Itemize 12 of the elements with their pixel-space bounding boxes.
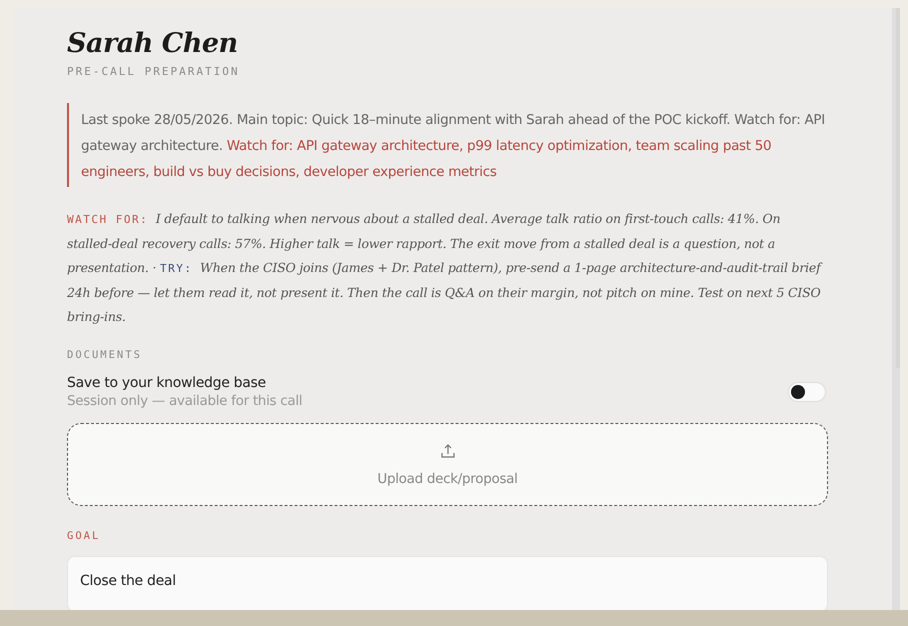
- scrollbar[interactable]: [892, 8, 900, 610]
- upload-icon: [440, 442, 456, 458]
- section-heading: GOAL: [67, 530, 102, 542]
- summary-quote: Last spoke 28/05/2026. Main topic: Quick 18–minute alignment with Sarah ahead of the POC kickoff. Watch for: API gateway architecture. Watch for: API gateway architecture, p99 latency optimization, team scaling past 50 engineers, build vs buy decisions, developer experience metrics: [67, 103, 828, 187]
- contact-name: Sarah Chen: [67, 28, 239, 59]
- goal-field[interactable]: Close the deal: [67, 556, 828, 610]
- coaching-note: WATCH FOR: I default to talking when nervous about a stalled deal. Average talk ratio on first-touch calls: 41%. On stalled-deal recovery calls: 57%. Higher talk = lower rapport. The exit move from a stalled deal is a question, not a presentation. · TRY: When the CISO joins (James + Dr. Patel pattern), pre-send a 1-page architecture-and-audit-trail brief 24h before — let them read it, not present it. Then the call is Q&A on their margin, not pitch on mine. Test on next 5 CISO bring-ins.: [67, 210, 824, 326]
- section-heading: DOCUMENTS: [67, 349, 143, 361]
- page-subtitle: PRE-CALL PREPARATION: [67, 65, 240, 78]
- save-hint: Session only — available for this call: [67, 393, 302, 409]
- save-label: Save to your knowledge base: [67, 375, 267, 391]
- toggle-switch[interactable]: [788, 382, 826, 402]
